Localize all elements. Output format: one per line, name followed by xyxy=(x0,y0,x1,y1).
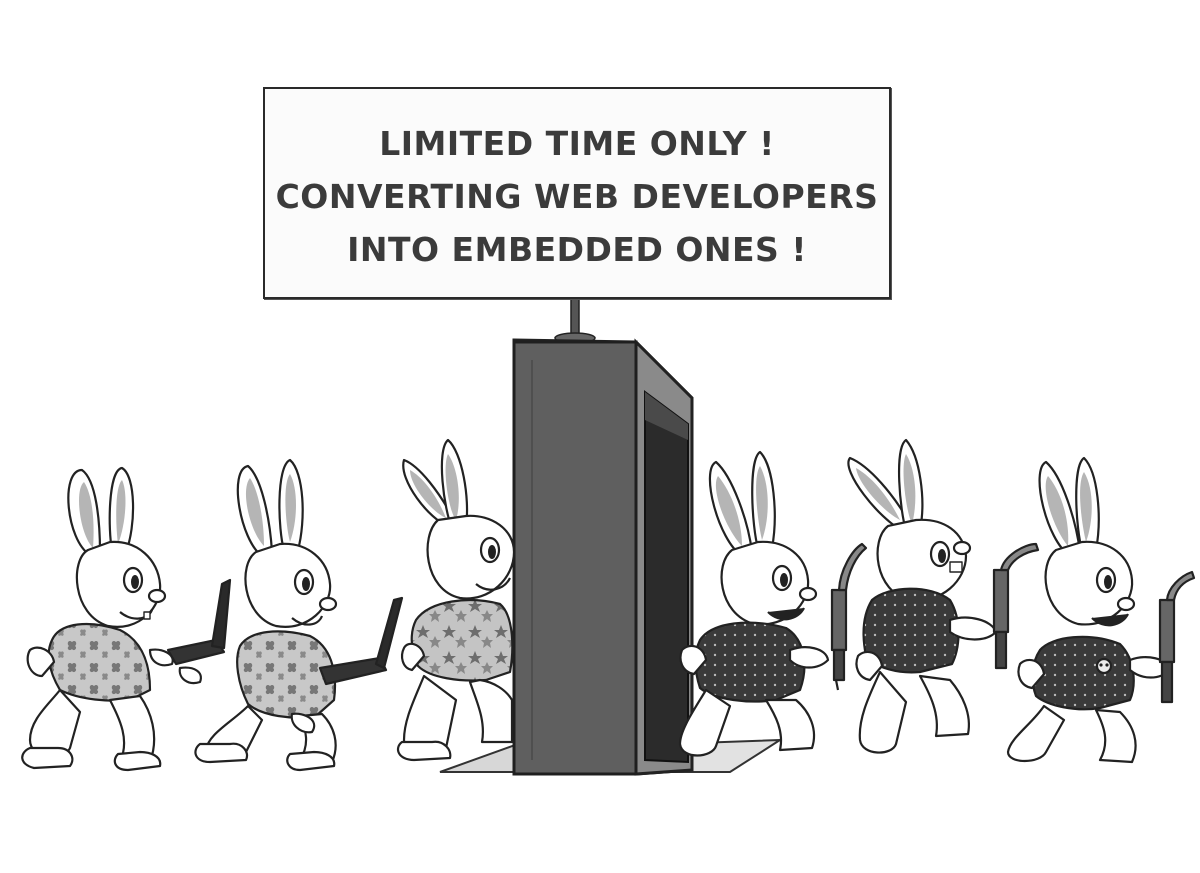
rabbit-embedded-developer-2 xyxy=(847,438,1040,754)
banner-line-2: CONVERTING WEB DEVELOPERS xyxy=(275,177,879,216)
rabbit-embedded-developer-3 xyxy=(1006,456,1196,764)
banner-line-3: INTO EMBEDDED ONES ! xyxy=(347,230,807,269)
conversion-machine xyxy=(512,338,694,776)
banner-sign: LIMITED TIME ONLY ! CONVERTING WEB DEVEL… xyxy=(263,87,891,299)
sign-pole xyxy=(554,298,596,344)
banner-line-1: LIMITED TIME ONLY ! xyxy=(379,124,775,163)
banner-text: LIMITED TIME ONLY ! CONVERTING WEB DEVEL… xyxy=(265,117,889,276)
rabbit-web-developer-3 xyxy=(396,438,516,762)
cartoon-scene: LIMITED TIME ONLY ! CONVERTING WEB DEVEL… xyxy=(0,0,1200,873)
rabbit-embedded-developer-1 xyxy=(678,450,868,757)
rabbit-web-developer-1 xyxy=(21,466,232,772)
